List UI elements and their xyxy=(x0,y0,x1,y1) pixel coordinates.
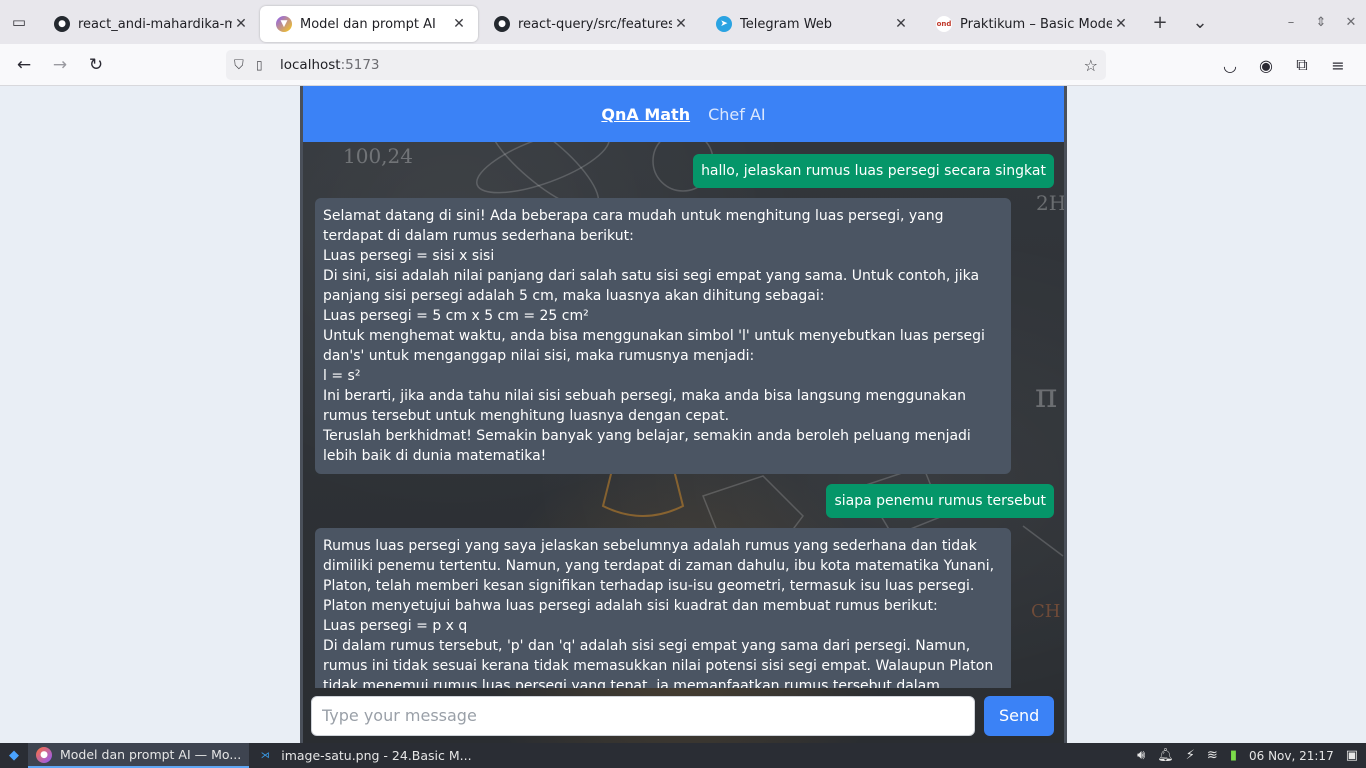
ai-message: Selamat datang di sini! Ada beberapa car… xyxy=(315,198,1011,474)
url-bar[interactable]: ⛉ ▯ localhost:5173 ☆ xyxy=(226,50,1106,80)
github-icon: ● xyxy=(494,16,510,32)
wifi-icon[interactable]: ≋ xyxy=(1207,748,1218,763)
shield-icon[interactable]: ⛉ xyxy=(234,58,256,73)
minimize-icon[interactable]: – xyxy=(1276,15,1306,30)
user-message: hallo, jelaskan rumus luas persegi secar… xyxy=(693,154,1054,188)
firefox-icon: ● xyxy=(36,746,52,763)
tab-title: Model dan prompt AI xyxy=(300,16,436,32)
nav-link-chef-ai[interactable]: Chef AI xyxy=(708,105,766,124)
app-launcher-icon[interactable]: ◆ xyxy=(0,743,28,768)
taskbar-item-label: Model dan prompt AI — Mo... xyxy=(60,747,242,762)
browser-tab-2[interactable]: ▼ Model dan prompt AI ✕ xyxy=(260,6,478,42)
notification-bell-icon[interactable]: 🔔︎ xyxy=(1157,748,1174,763)
chat-app: 100,24 2H π CH QnA Math Chef AI hallo, j… xyxy=(300,86,1067,743)
user-message: siapa penemu rumus tersebut xyxy=(826,484,1054,518)
chevron-down-icon[interactable]: ⌄ xyxy=(1180,0,1220,44)
ai-message-line: Selamat datang di sini! Ada beberapa car… xyxy=(323,208,944,244)
close-icon[interactable]: ✕ xyxy=(450,16,468,32)
chat-messages: hallo, jelaskan rumus luas persegi secar… xyxy=(303,142,1064,688)
url-port: :5173 xyxy=(340,57,380,73)
close-icon[interactable]: ✕ xyxy=(1112,16,1130,32)
close-icon[interactable]: ✕ xyxy=(672,16,690,32)
browser-tab-4[interactable]: ➤ Telegram Web ✕ xyxy=(700,6,920,42)
ai-message: Rumus luas persegi yang saya jelaskan se… xyxy=(315,528,1011,688)
toolbar-icons: ◡ ◉ ⧉ ≡ xyxy=(1212,47,1356,83)
ai-message-line: Luas persegi = 5 cm x 5 cm = 25 cm² xyxy=(323,308,589,324)
message-input[interactable] xyxy=(311,695,976,736)
close-icon[interactable]: ✕ xyxy=(232,16,250,32)
ai-message-line: Luas persegi = p x q xyxy=(323,618,468,634)
url-host: localhost xyxy=(280,57,341,73)
browser-tab-1[interactable]: ● react_andi-mahardika-mulya ✕ xyxy=(38,6,260,42)
bookmark-star-icon[interactable]: ☆ xyxy=(1084,56,1098,75)
os-taskbar: ◆ ● Model dan prompt AI — Mo... ⋊ image-… xyxy=(0,743,1366,768)
ai-message-line: Ini berarti, jika anda tahu nilai sisi s… xyxy=(323,388,967,424)
tab-title: Telegram Web xyxy=(740,16,833,32)
taskbar-item-vscode[interactable]: ⋊ image-satu.png - 24.Basic M... xyxy=(249,743,479,768)
window-close-icon[interactable]: ✕ xyxy=(1336,15,1366,30)
back-arrow-icon[interactable]: ← xyxy=(6,47,42,83)
tab-title: Praktikum – Basic Model Ope xyxy=(960,16,1112,32)
menu-icon[interactable]: ≡ xyxy=(1320,47,1356,83)
battery-icon[interactable]: ▮ xyxy=(1230,748,1237,763)
forward-arrow-icon[interactable]: → xyxy=(42,47,78,83)
window-controls: – ⇕ ✕ xyxy=(1276,0,1366,44)
telegram-icon: ➤ xyxy=(716,16,732,32)
show-desktop-icon[interactable]: ▣ xyxy=(1346,748,1358,763)
ai-message-line: Untuk menghemat waktu, anda bisa menggun… xyxy=(323,328,985,364)
tab-title: react-query/src/features/eve xyxy=(518,16,672,32)
tab-title: react_andi-mahardika-mulya xyxy=(78,16,232,32)
reload-icon[interactable]: ↻ xyxy=(78,47,114,83)
ond-icon: ond xyxy=(936,16,952,32)
vscode-icon: ⋊ xyxy=(260,750,270,761)
github-icon: ● xyxy=(54,16,70,32)
browser-nav-bar: ← → ↻ ⛉ ▯ localhost:5173 ☆ ◡ ◉ ⧉ ≡ xyxy=(0,44,1366,86)
extensions-icon[interactable]: ⧉ xyxy=(1284,47,1320,83)
ai-message-line: l = s² xyxy=(323,368,361,384)
message-input-bar: Send xyxy=(303,688,1064,743)
taskbar-item-firefox[interactable]: ● Model dan prompt AI — Mo... xyxy=(28,743,250,768)
browser-tab-5[interactable]: ond Praktikum – Basic Model Ope ✕ xyxy=(920,6,1140,42)
nav-link-qna-math[interactable]: QnA Math xyxy=(601,105,690,124)
ai-message-line: Rumus luas persegi yang saya jelaskan se… xyxy=(323,538,995,614)
bluetooth-off-icon[interactable]: ⚡︎ xyxy=(1186,748,1195,763)
ai-message-line: Di sini, sisi adalah nilai panjang dari … xyxy=(323,268,980,304)
browser-tab-strip: ▭ ● react_andi-mahardika-mulya ✕ ▼ Model… xyxy=(0,0,1366,44)
page-viewport: 100,24 2H π CH QnA Math Chef AI hallo, j… xyxy=(0,86,1366,743)
send-button[interactable]: Send xyxy=(984,695,1054,736)
clock[interactable]: 06 Nov, 21:17 xyxy=(1249,749,1334,763)
volume-icon[interactable]: 🔊︎ xyxy=(1137,748,1145,763)
browser-tab-3[interactable]: ● react-query/src/features/eve ✕ xyxy=(478,6,700,42)
system-tray: 🔊︎ 🔔︎ ⚡︎ ≋ ▮ 06 Nov, 21:17 ▣ xyxy=(1137,748,1366,763)
maximize-icon[interactable]: ⇕ xyxy=(1306,15,1336,30)
page-icon: ▯ xyxy=(256,58,263,72)
ai-message-line: Di dalam rumus tersebut, 'p' dan 'q' ada… xyxy=(323,638,994,688)
close-icon[interactable]: ✕ xyxy=(892,16,910,32)
taskbar-item-label: image-satu.png - 24.Basic M... xyxy=(281,748,472,763)
tab-list-icon[interactable]: ▭ xyxy=(0,0,38,44)
ai-message-line: Luas persegi = sisi x sisi xyxy=(323,248,495,264)
vite-icon: ▼ xyxy=(276,16,292,32)
account-icon[interactable]: ◉ xyxy=(1248,47,1284,83)
pocket-icon[interactable]: ◡ xyxy=(1212,47,1248,83)
ai-message-line: Teruslah berkhidmat! Semakin banyak yang… xyxy=(323,428,971,464)
new-tab-icon[interactable]: + xyxy=(1140,0,1180,44)
app-header: QnA Math Chef AI xyxy=(303,86,1064,142)
